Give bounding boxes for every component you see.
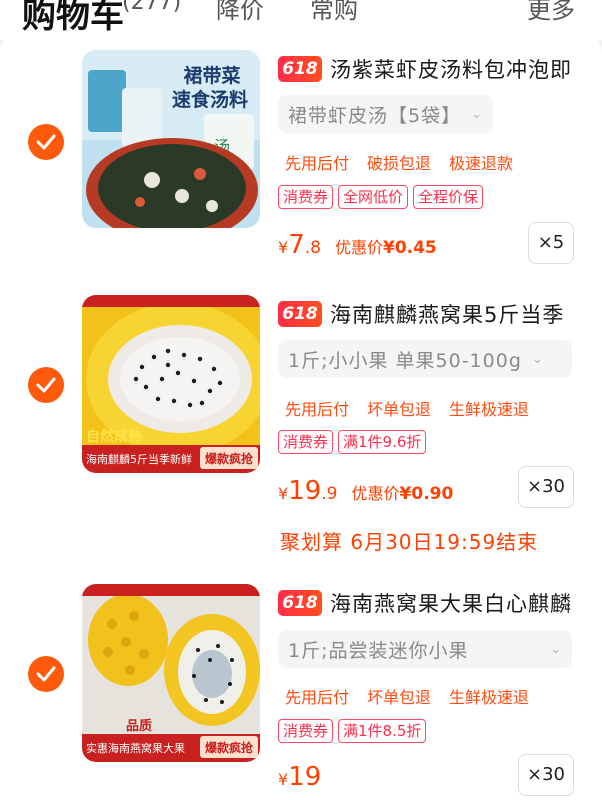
sku-selector[interactable]: 裙带虾皮汤【5袋】 ⌄ <box>278 95 493 133</box>
price-decimal: .8 <box>304 238 321 258</box>
coupon-value: ¥0.45 <box>382 238 437 258</box>
coupon-label: 优惠价 <box>334 238 383 257</box>
coupon-value: ¥0.90 <box>399 484 454 504</box>
product-title[interactable]: 海南麒麟燕窝果5斤当季 <box>330 299 564 329</box>
service-label: 生鲜极速退 <box>449 400 530 419</box>
promo-tags: 消费券 满1件8.5折 <box>278 719 431 743</box>
image-caption: 爆款疯抢 <box>205 451 254 466</box>
sku-selector[interactable]: 1斤;品尝装迷你小果 ⌄ <box>278 630 572 668</box>
price-decimal: .9 <box>321 484 338 504</box>
promo-618-badge: 618 <box>278 590 322 616</box>
price: ¥ 19 .9 优惠价¥0.90 <box>278 476 453 506</box>
product-title-row[interactable]: 618 海南麒麟燕窝果5斤当季 <box>278 297 564 331</box>
product-image[interactable]: 自然成熟 海南麒麟5斤当季新鲜 爆款疯抢 <box>82 295 260 473</box>
chevron-down-icon: ⌄ <box>550 641 562 657</box>
deal-deadline: 聚划算 6月30日19:59结束 <box>280 530 539 554</box>
more-button[interactable]: 更多 <box>527 0 575 25</box>
checkbox-checked-icon[interactable] <box>28 367 64 403</box>
cart-count: (277) <box>122 0 182 15</box>
service-label: 坏单包退 <box>367 400 432 419</box>
promo-tag: 消费券 <box>278 430 334 454</box>
promo-tag: 全程价保 <box>413 185 484 209</box>
promo-tags: 消费券 满1件9.6折 <box>278 430 431 454</box>
product-image[interactable]: 品质 实惠海南燕窝果大果 爆款疯抢 <box>82 584 260 762</box>
promo-tag: 满1件9.6折 <box>338 430 427 454</box>
service-list: 先用后付 破损包退 极速退款 <box>285 150 531 174</box>
product-title[interactable]: 汤紫菜虾皮汤料包冲泡即 <box>330 54 572 84</box>
product-title-row[interactable]: 618 汤紫菜虾皮汤料包冲泡即 <box>278 52 572 86</box>
sku-label: 1斤;小小果 单果50-100g <box>288 349 522 372</box>
promo-tags: 消费券 全网低价 全程价保 <box>278 185 488 209</box>
quantity-button[interactable]: ×30 <box>518 466 574 508</box>
image-caption: 海南麒麟5斤当季新鲜 <box>86 452 192 466</box>
price-integer: 19 <box>288 476 322 506</box>
promo-tag: 消费券 <box>278 185 334 209</box>
promo-618-badge: 618 <box>278 301 322 327</box>
image-caption: 速食汤料 <box>172 88 248 111</box>
service-list: 先用后付 坏单包退 生鲜极速退 <box>285 684 547 708</box>
price: ¥ 19 <box>278 762 321 792</box>
service-label: 先用后付 <box>285 154 350 173</box>
tab-price-drop[interactable]: 降价 <box>216 0 264 25</box>
quantity-button[interactable]: ×5 <box>528 222 574 264</box>
price-integer: 19 <box>288 762 322 792</box>
chevron-down-icon: ⌄ <box>471 106 483 122</box>
tab-frequent[interactable]: 常购 <box>310 0 358 25</box>
promo-tag: 消费券 <box>278 719 334 743</box>
sku-label: 1斤;品尝装迷你小果 <box>288 639 469 662</box>
service-label: 破损包退 <box>367 154 432 173</box>
price: ¥ 7 .8 优惠价¥0.45 <box>278 230 437 260</box>
image-caption: 品质 <box>126 718 152 734</box>
promo-tag: 满1件8.5折 <box>338 719 427 743</box>
service-label: 极速退款 <box>449 154 514 173</box>
image-caption: 自然成熟 <box>86 428 142 445</box>
checkbox-checked-icon[interactable] <box>28 124 64 160</box>
coupon-price: 优惠价¥0.90 <box>352 480 454 504</box>
service-label: 坏单包退 <box>367 688 432 707</box>
service-label: 先用后付 <box>285 688 350 707</box>
currency-symbol: ¥ <box>278 484 289 503</box>
product-title-row[interactable]: 618 海南燕窝果大果白心麒麟 <box>278 586 572 620</box>
quantity-button[interactable]: ×30 <box>518 754 574 796</box>
promo-tag: 全网低价 <box>338 185 409 209</box>
product-image[interactable]: 汤 裙带菜 速食汤料 <box>82 50 260 228</box>
coupon-label: 优惠价 <box>351 484 400 503</box>
service-label: 先用后付 <box>285 400 350 419</box>
price-integer: 7 <box>288 230 305 260</box>
currency-symbol: ¥ <box>278 238 289 257</box>
product-title[interactable]: 海南燕窝果大果白心麒麟 <box>330 588 572 618</box>
service-label: 生鲜极速退 <box>449 688 530 707</box>
image-caption: 爆款疯抢 <box>205 740 254 755</box>
sku-label: 裙带虾皮汤【5袋】 <box>288 104 462 127</box>
promo-618-badge: 618 <box>278 56 322 82</box>
currency-symbol: ¥ <box>278 770 289 789</box>
checkbox-checked-icon[interactable] <box>28 656 64 692</box>
coupon-price: 优惠价¥0.45 <box>335 234 437 258</box>
service-list: 先用后付 坏单包退 生鲜极速退 <box>285 396 547 420</box>
sku-selector[interactable]: 1斤;小小果 单果50-100g ⌄ <box>278 340 572 378</box>
image-caption: 实惠海南燕窝果大果 <box>86 741 185 755</box>
chevron-down-icon: ⌄ <box>531 351 544 367</box>
image-caption: 裙带菜 <box>183 64 240 87</box>
